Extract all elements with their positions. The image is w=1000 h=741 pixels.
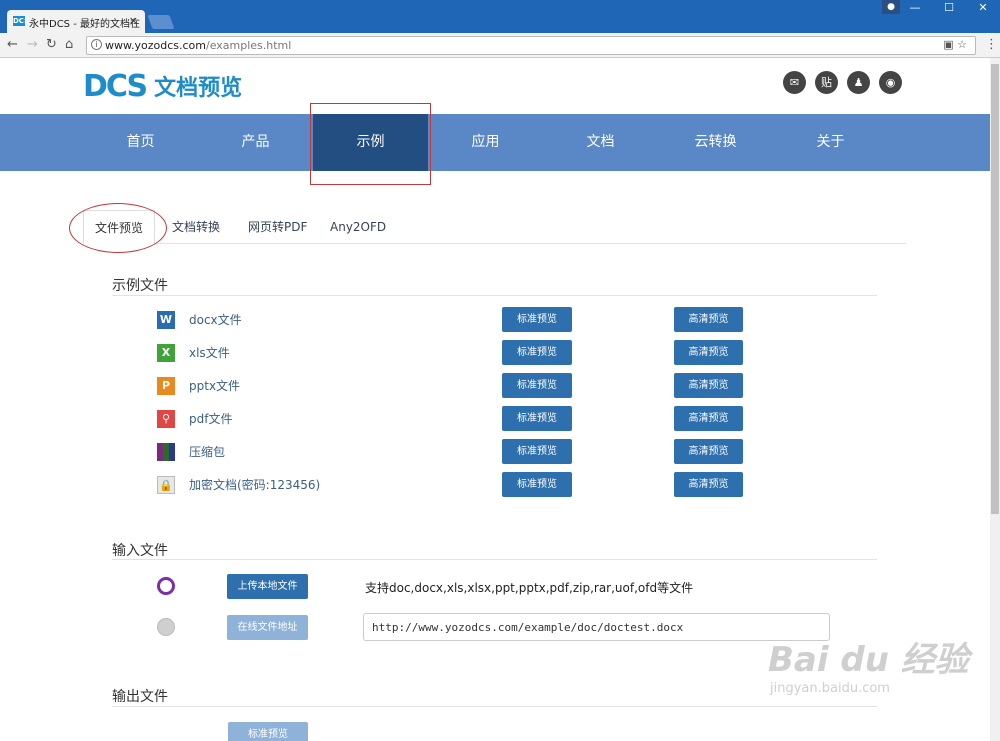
tab-close-icon[interactable]: × — [129, 14, 138, 27]
watermark-url: jingyan.baidu.com — [770, 681, 890, 696]
upload-local-button[interactable]: 上传本地文件 — [227, 574, 308, 599]
url-host: www.yozodcs.com — [105, 39, 206, 52]
tieba-icon[interactable]: 贴 — [815, 71, 838, 94]
bookmark-star-icon[interactable]: ☆ — [957, 38, 967, 51]
list-item: P pptx文件 — [157, 374, 757, 398]
browser-tab[interactable]: DCS 永中DCS - 最好的文档在 × — [7, 10, 145, 33]
std-preview-button[interactable]: 标准预览 — [502, 307, 572, 332]
nav-item-docs[interactable]: 文档 — [543, 114, 658, 171]
minimize-icon[interactable]: — — [898, 0, 932, 16]
ppt-icon: P — [157, 377, 175, 395]
std-preview-button[interactable]: 标准预览 — [502, 340, 572, 365]
online-radio[interactable] — [157, 618, 175, 636]
online-url-field[interactable]: http://www.yozodcs.com/example/doc/docte… — [363, 613, 830, 641]
weibo-icon[interactable]: ◉ — [879, 71, 902, 94]
hd-preview-button[interactable]: 高清预览 — [674, 340, 743, 365]
tab-title: 永中DCS - 最好的文档在 — [29, 19, 140, 30]
site-info-icon[interactable]: i — [91, 39, 102, 50]
hd-preview-button[interactable]: 高清预览 — [674, 307, 743, 332]
list-item: 压缩包 — [157, 440, 757, 464]
nav-item-apps[interactable]: 应用 — [428, 114, 543, 171]
std-preview-button[interactable]: 标准预览 — [502, 373, 572, 398]
baidu-watermark: Bai du 经验 jingyan.baidu.com — [768, 632, 969, 696]
excel-icon: X — [157, 344, 175, 362]
file-name[interactable]: xls文件 — [189, 344, 230, 361]
forward-icon[interactable]: → — [27, 37, 38, 52]
output-title: 输出文件 — [112, 689, 168, 705]
home-icon[interactable]: ⌂ — [65, 37, 73, 52]
online-url-button[interactable]: 在线文件地址 — [227, 615, 308, 640]
back-icon[interactable]: ← — [7, 37, 18, 52]
hd-preview-button[interactable]: 高清预览 — [674, 406, 743, 431]
file-name[interactable]: docx文件 — [189, 311, 242, 328]
logo-text: 文档预览 — [154, 76, 243, 101]
file-name[interactable]: pdf文件 — [189, 410, 232, 427]
upload-radio[interactable] — [157, 577, 175, 595]
nav-item-products[interactable]: 产品 — [198, 114, 313, 171]
output-preview-button[interactable]: 标准预览 — [228, 722, 308, 741]
input-title: 输入文件 — [112, 543, 168, 559]
watermark-text: Bai du 经验 — [768, 640, 969, 680]
wechat-icon[interactable]: ✉ — [783, 71, 806, 94]
url-path: /examples.html — [205, 39, 292, 52]
word-icon: W — [157, 311, 175, 329]
maximize-icon[interactable]: ☐ — [932, 0, 966, 16]
tab-doc-convert[interactable]: 文档转换 — [172, 210, 220, 244]
hd-preview-button[interactable]: 高清预览 — [674, 439, 743, 464]
browser-titlebar: DCS 永中DCS - 最好的文档在 × ● — ☐ ✕ — [0, 0, 1000, 33]
qq-icon[interactable]: ♟ — [847, 71, 870, 94]
tab-web-to-pdf[interactable]: 网页转PDF — [248, 210, 307, 244]
url-input[interactable]: i www.yozodcs.com/examples.html ▣ ☆ — [86, 36, 976, 55]
site-logo[interactable]: DCS 文档预览 — [83, 68, 243, 104]
scrollbar-thumb[interactable] — [991, 64, 999, 514]
hd-preview-button[interactable]: 高清预览 — [674, 472, 743, 497]
scrollbar[interactable] — [990, 58, 1000, 741]
translate-icon[interactable]: ▣ — [943, 38, 953, 51]
list-item: W docx文件 — [157, 308, 757, 332]
close-window-icon[interactable]: ✕ — [966, 0, 1000, 16]
main-nav: 首页 产品 示例 应用 文档 云转换 关于 — [0, 114, 990, 171]
examples-title: 示例文件 — [112, 278, 168, 294]
list-item: 🔒 加密文档(密码:123456) — [157, 473, 757, 497]
divider — [112, 706, 877, 707]
nav-item-cloud-convert[interactable]: 云转换 — [658, 114, 773, 171]
supported-formats-text: 支持doc,docx,xls,xlsx,ppt,pptx,pdf,zip,rar… — [365, 581, 694, 595]
list-item: ⚲ pdf文件 — [157, 407, 757, 431]
std-preview-button[interactable]: 标准预览 — [502, 439, 572, 464]
tab-any2ofd[interactable]: Any2OFD — [330, 210, 386, 244]
std-preview-button[interactable]: 标准预览 — [502, 472, 572, 497]
archive-icon — [157, 443, 175, 461]
file-name[interactable]: 加密文档(密码:123456) — [189, 476, 320, 493]
new-tab-button[interactable] — [147, 15, 175, 29]
highlight-ellipse — [69, 203, 167, 253]
divider — [112, 295, 877, 296]
highlight-box — [310, 103, 431, 185]
file-name[interactable]: pptx文件 — [189, 377, 240, 394]
logo-mark: DCS — [83, 68, 148, 104]
page-content: DCS 文档预览 ✉ 贴 ♟ ◉ 首页 产品 示例 应用 文档 云转换 关于 文… — [0, 58, 990, 741]
browser-menu-icon[interactable]: ⋮ — [985, 37, 998, 52]
pdf-icon: ⚲ — [157, 410, 175, 428]
nav-item-home[interactable]: 首页 — [83, 114, 198, 171]
address-bar: ← → ↻ ⌂ i www.yozodcs.com/examples.html … — [0, 33, 1000, 58]
locked-doc-icon: 🔒 — [157, 476, 175, 494]
nav-item-about[interactable]: 关于 — [773, 114, 888, 171]
file-name[interactable]: 压缩包 — [189, 443, 225, 460]
list-item: X xls文件 — [157, 341, 757, 365]
subtab-bar: 文件预览 文档转换 网页转PDF Any2OFD — [83, 210, 906, 244]
reload-icon[interactable]: ↻ — [46, 37, 57, 52]
divider — [112, 559, 877, 560]
std-preview-button[interactable]: 标准预览 — [502, 406, 572, 431]
hd-preview-button[interactable]: 高清预览 — [674, 373, 743, 398]
site-favicon: DCS — [13, 16, 30, 26]
